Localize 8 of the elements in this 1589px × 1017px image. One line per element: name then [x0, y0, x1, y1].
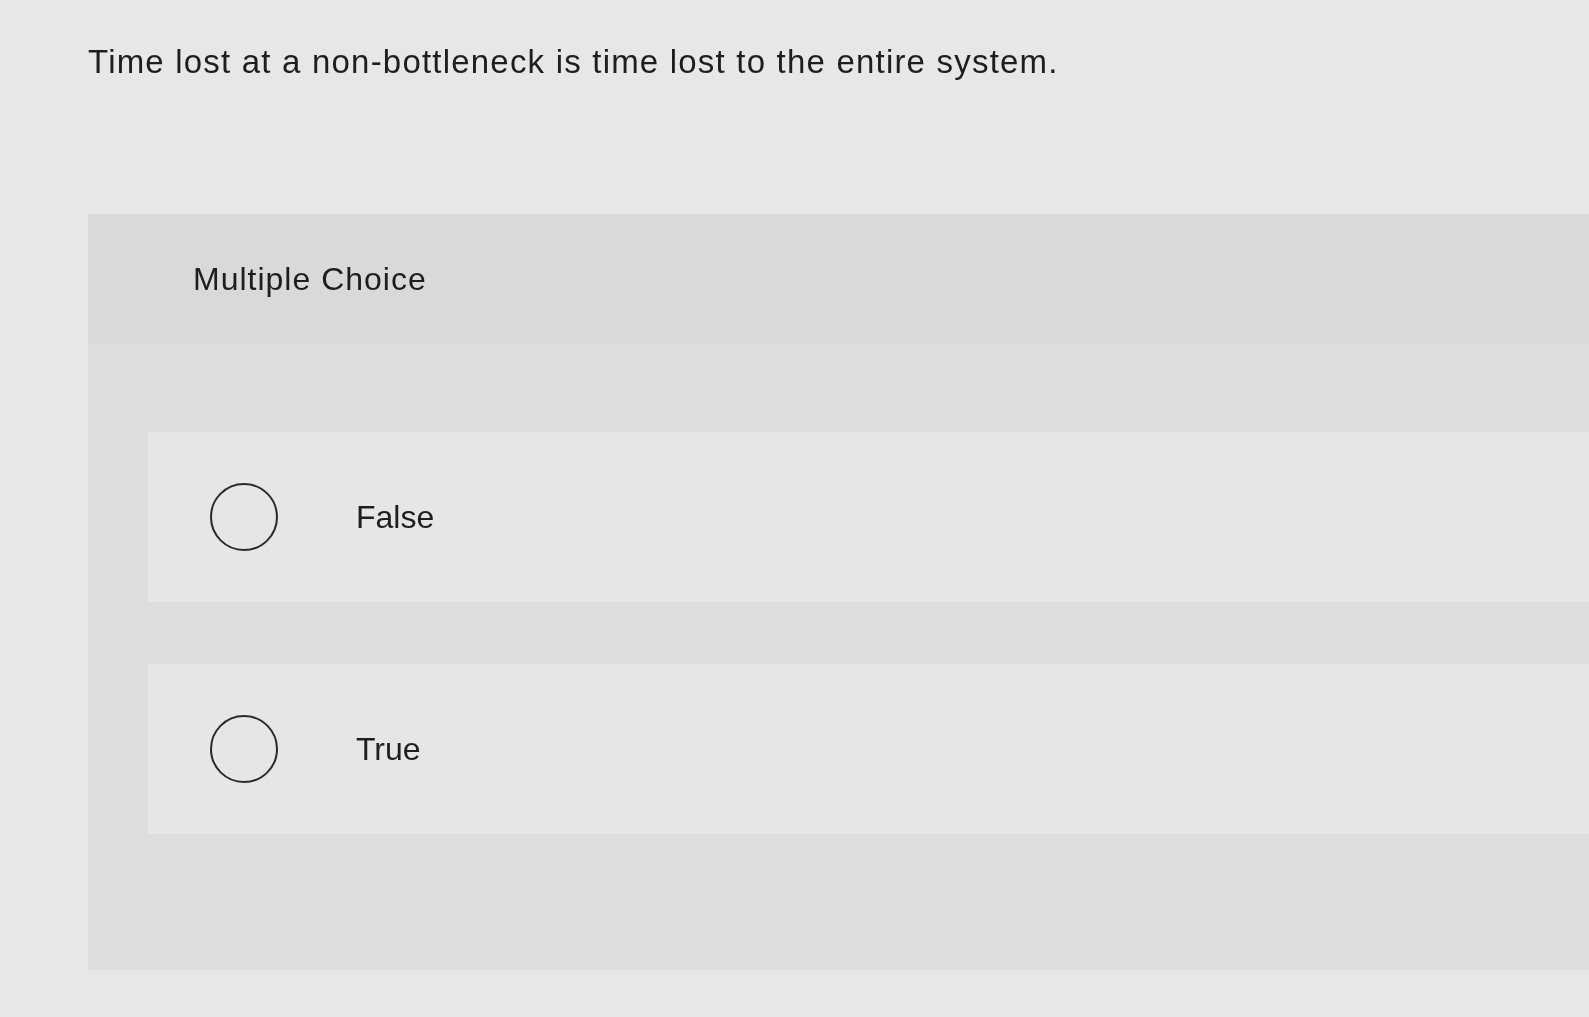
option-label: False — [356, 498, 435, 537]
radio-button[interactable] — [210, 715, 278, 783]
answer-option[interactable]: False — [148, 432, 1589, 602]
option-label: True — [356, 730, 421, 769]
radio-button[interactable] — [210, 483, 278, 551]
question-type-label: Multiple Choice — [193, 260, 427, 299]
answer-option[interactable]: True — [148, 664, 1589, 834]
question-text: Time lost at a non-bottleneck is time lost to the entire system. — [88, 42, 1059, 82]
